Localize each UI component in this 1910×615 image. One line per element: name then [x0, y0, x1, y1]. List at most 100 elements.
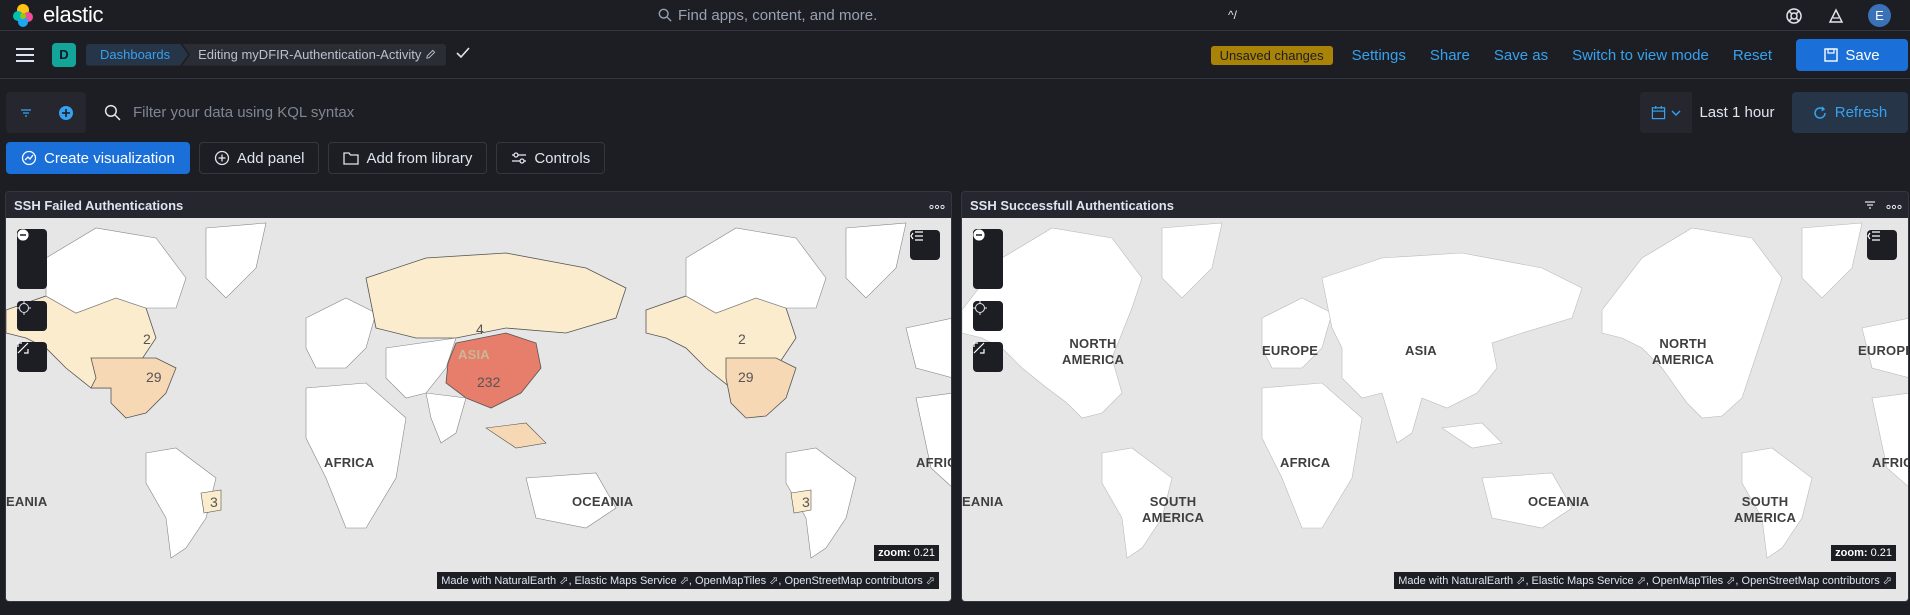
- refresh-label: Refresh: [1834, 104, 1888, 121]
- menu-icon[interactable]: [15, 45, 35, 65]
- chevron-down-icon: [1671, 110, 1681, 116]
- panel-options-icon[interactable]: [929, 198, 945, 213]
- space-avatar[interactable]: D: [52, 42, 76, 67]
- pencil-icon: [426, 49, 436, 59]
- zoom-label: zoom:: [878, 547, 911, 559]
- region-label: OCEANIA: [1528, 494, 1590, 509]
- breadcrumb-current[interactable]: Editing myDFIR-Authentication-Activity: [182, 43, 447, 66]
- region-label: SOUTH AMERICA: [1734, 494, 1797, 525]
- region-label: EANIA: [962, 494, 1004, 509]
- region-label: NORTH AMERICA: [1652, 336, 1715, 367]
- refresh-button[interactable]: Refresh: [1792, 92, 1908, 133]
- count-label: 4: [476, 321, 484, 337]
- zoom-level-badge: zoom: 0.21: [874, 545, 939, 561]
- add-from-library-button[interactable]: Add from library: [328, 142, 488, 174]
- global-search-input[interactable]: Find apps, content, and more. ^/: [658, 4, 1258, 26]
- check-icon[interactable]: [456, 46, 470, 64]
- zoom-value: 0.21: [913, 547, 935, 559]
- panel-ssh-failed-authentications: SSH Failed Authentications 2 29 4 232 2 …: [5, 191, 952, 602]
- zoom-out-icon[interactable]: [17, 229, 47, 289]
- add-filter-icon[interactable]: [46, 92, 86, 133]
- controls-label: Controls: [534, 149, 591, 167]
- panel-options-icon[interactable]: [1886, 198, 1902, 213]
- filter-icon[interactable]: [1864, 198, 1876, 213]
- count-label: 232: [477, 374, 501, 390]
- count-label: 3: [210, 494, 218, 510]
- legend-toggle-icon[interactable]: [910, 230, 940, 260]
- zoom-value: 0.21: [1870, 547, 1892, 559]
- add-panel-label: Add panel: [236, 149, 305, 167]
- save-label: Save: [1845, 46, 1880, 64]
- filter-menu-icon[interactable]: [6, 92, 46, 133]
- user-avatar[interactable]: E: [1868, 4, 1891, 27]
- region-label: ASIA: [458, 347, 490, 362]
- fullscreen-control: [17, 342, 47, 372]
- calendar-icon: [1651, 105, 1666, 120]
- region-label: AFRICA: [324, 455, 375, 470]
- region-label: ASIA: [1405, 343, 1437, 358]
- controls-icon: [512, 152, 527, 164]
- global-search-placeholder: Find apps, content, and more.: [678, 6, 878, 24]
- count-label: 3: [802, 494, 810, 510]
- elastic-logo-icon: [13, 4, 33, 27]
- add-panel-button[interactable]: Add panel: [198, 142, 320, 174]
- fullscreen-control: [973, 342, 1003, 372]
- fullscreen-icon[interactable]: [17, 342, 47, 372]
- fullscreen-icon[interactable]: [973, 342, 1003, 372]
- breadcrumb: Dashboards Editing myDFIR-Authentication…: [86, 43, 470, 66]
- folder-icon: [343, 152, 360, 165]
- create-visualization-label: Create visualization: [44, 149, 175, 167]
- save-as-button[interactable]: Save as: [1494, 47, 1548, 64]
- zoom-controls: [17, 229, 47, 289]
- filter-controls: [6, 92, 86, 133]
- legend-toggle-icon[interactable]: [1867, 230, 1897, 260]
- share-button[interactable]: Share: [1430, 47, 1470, 64]
- date-picker: Last 1 hour: [1640, 92, 1782, 133]
- news-feed-icon[interactable]: [1826, 6, 1846, 26]
- help-icon[interactable]: [1784, 6, 1804, 26]
- controls-button[interactable]: Controls: [496, 142, 606, 174]
- zoom-controls: [973, 229, 1003, 289]
- panel-title: SSH Successfull Authentications: [970, 197, 1174, 213]
- breadcrumb-bar: D Dashboards Editing myDFIR-Authenticati…: [0, 31, 1910, 79]
- save-icon: [1824, 48, 1839, 62]
- query-bar: Filter your data using KQL syntax Last 1…: [0, 92, 1910, 136]
- zoom-out-icon[interactable]: [973, 229, 1003, 289]
- search-icon: [658, 8, 672, 22]
- region-label: EANIA: [6, 494, 48, 509]
- reset-button[interactable]: Reset: [1733, 47, 1772, 64]
- count-label: 29: [146, 369, 162, 385]
- map-canvas[interactable]: 2 29 4 232 2 29 3 3 AFRICA OCEANIA EANIA…: [6, 218, 951, 601]
- map-canvas[interactable]: NORTH AMERICA EUROPE ASIA NORTH AMERICA …: [962, 218, 1908, 601]
- time-range-display[interactable]: Last 1 hour: [1692, 92, 1782, 133]
- locate-icon[interactable]: [17, 301, 47, 331]
- locate-icon[interactable]: [973, 301, 1003, 331]
- kql-search-input[interactable]: Filter your data using KQL syntax: [96, 92, 1636, 133]
- panel-ssh-successful-authentications: SSH Successfull Authentications NORTH AM…: [961, 191, 1909, 602]
- save-button[interactable]: Save: [1796, 39, 1908, 71]
- region-label: AFRIC: [916, 455, 951, 470]
- create-visualization-button[interactable]: Create visualization: [6, 142, 190, 174]
- map-attribution[interactable]: Made with NaturalEarth ⬀, Elastic Maps S…: [1394, 572, 1896, 589]
- elastic-logo[interactable]: elastic: [10, 2, 104, 28]
- search-shortcut: ^/: [1228, 8, 1237, 22]
- zoom-label: zoom:: [1835, 547, 1868, 559]
- count-label: 2: [143, 331, 151, 347]
- search-icon: [104, 104, 121, 121]
- map-attribution[interactable]: Made with NaturalEarth ⬀, Elastic Maps S…: [437, 572, 939, 589]
- breadcrumb-dashboards[interactable]: Dashboards: [86, 44, 188, 66]
- settings-button[interactable]: Settings: [1352, 47, 1406, 64]
- region-label: EUROPE: [1858, 343, 1908, 358]
- count-label: 2: [738, 331, 746, 347]
- region-label: AFRIC: [1872, 455, 1908, 470]
- dashboard-toolbar: Create visualization Add panel Add from …: [0, 142, 606, 174]
- panel-header: SSH Successfull Authentications: [962, 192, 1908, 218]
- refresh-icon: [1814, 106, 1826, 119]
- quick-select-button[interactable]: [1640, 92, 1692, 133]
- dashboard-title: Editing myDFIR-Authentication-Activity: [198, 47, 422, 62]
- world-map-failed: [6, 222, 951, 559]
- region-label: OCEANIA: [572, 494, 634, 509]
- reset-view-control: [973, 301, 1003, 331]
- unsaved-changes-badge: Unsaved changes: [1210, 45, 1333, 65]
- switch-to-view-mode-button[interactable]: Switch to view mode: [1572, 47, 1709, 64]
